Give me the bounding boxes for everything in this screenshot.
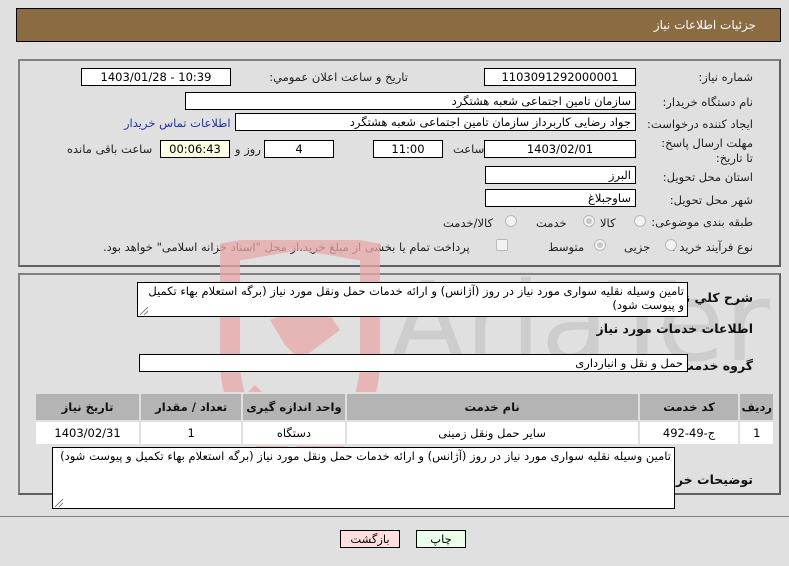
- col-header-service-code: کد خدمت: [637, 392, 741, 422]
- purchase-medium-label: متوسط: [548, 240, 585, 254]
- category-goods-service-radio[interactable]: [505, 215, 517, 227]
- buyer-contact-link[interactable]: اطلاعات تماس خریدار: [124, 116, 231, 130]
- cell-service-name: سایر حمل ونقل زمینی: [344, 420, 640, 446]
- cell-quantity: 1: [139, 420, 244, 446]
- purchase-type-label: نوع فرآیند خرید :: [671, 240, 753, 254]
- need-number-label: شماره نیاز:: [698, 70, 753, 84]
- page-title: جزئیات اطلاعات نیاز: [653, 18, 756, 32]
- buyer-org-field: سازمان تامین اجتماعی شعبه هشتگرد: [185, 92, 636, 110]
- province-label: استان محل تحویل:: [662, 170, 753, 184]
- requester-field: جواد رضایی کاربرداز سازمان تامین اجتماعی…: [235, 113, 636, 131]
- category-goods-radio[interactable]: [634, 215, 646, 227]
- deadline-time-label: ساعت: [453, 142, 485, 156]
- services-table: ردیف کد خدمت نام خدمت واحد اندازه گیری ت…: [33, 392, 775, 446]
- page-header: جزئیات اطلاعات نیاز: [16, 8, 781, 42]
- announce-datetime-field: 1403/01/28 - 10:39: [81, 68, 231, 86]
- table-header-row: ردیف کد خدمت نام خدمت واحد اندازه گیری ت…: [33, 392, 775, 422]
- print-button[interactable]: چاپ: [416, 530, 466, 548]
- col-header-unit: واحد اندازه گیری: [241, 392, 347, 422]
- cell-need-date: 1403/02/31: [33, 420, 142, 446]
- requester-label: ایجاد کننده درخواست:: [647, 117, 753, 131]
- need-number-field: 1103091292000001: [484, 68, 636, 86]
- resize-grip-icon[interactable]: [55, 499, 63, 507]
- purchase-minor-label: جزیی: [624, 240, 651, 254]
- purchase-medium-radio[interactable]: [594, 239, 606, 251]
- deadline-date-field: 1403/02/01: [484, 140, 636, 158]
- col-header-need-date: تاریخ نیاز: [33, 392, 142, 422]
- treasury-payment-label: پرداخت تمام یا بخشی از مبلغ خرید،از محل …: [103, 240, 470, 254]
- city-field: ساوجبلاغ: [485, 189, 636, 207]
- back-button[interactable]: بازگشت: [340, 530, 400, 548]
- resize-grip-icon[interactable]: [140, 307, 148, 315]
- buyer-org-label: نام دستگاه خریدار:: [662, 95, 753, 109]
- announce-datetime-label: تاریخ و ساعت اعلان عمومي:: [269, 70, 408, 84]
- days-remaining-field: 4: [264, 140, 334, 158]
- days-label: روز و: [235, 142, 261, 156]
- time-remaining-label: ساعت باقی مانده: [67, 142, 153, 156]
- deadline-time-field: 11:00: [373, 140, 443, 158]
- col-header-service-name: نام خدمت: [344, 392, 640, 422]
- buyer-notes-text: تامین وسیله نقلیه سواری مورد نیاز در روز…: [60, 449, 671, 463]
- service-group-field: حمل و نقل و انبارداری: [139, 354, 688, 372]
- category-goods-service-label: کالا/خدمت: [443, 216, 494, 230]
- cell-unit: دستگاه: [241, 420, 347, 446]
- col-header-quantity: تعداد / مقدار: [139, 392, 244, 422]
- category-service-radio[interactable]: [583, 215, 595, 227]
- province-field: البرز: [485, 166, 636, 184]
- city-label: شهر محل تحویل:: [669, 193, 753, 207]
- cell-service-code: ج-49-492: [637, 420, 741, 446]
- summary-text: تامین وسیله نقلیه سواری مورد نیاز در روز…: [148, 284, 684, 312]
- category-goods-label: کالا: [600, 216, 616, 230]
- category-label: طبقه بندی موضوعی:: [651, 215, 753, 229]
- table-row: 1 ج-49-492 سایر حمل ونقل زمینی دستگاه 1 …: [33, 420, 775, 446]
- footer-divider: [0, 516, 789, 517]
- buyer-notes-textarea[interactable]: تامین وسیله نقلیه سواری مورد نیاز در روز…: [52, 447, 675, 509]
- time-remaining-field: 00:06:43: [160, 140, 230, 158]
- category-service-label: خدمت: [536, 216, 567, 230]
- summary-textarea[interactable]: تامین وسیله نقلیه سواری مورد نیاز در روز…: [137, 282, 688, 317]
- deadline-label: مهلت ارسال پاسخ: تا تاریخ:: [661, 136, 753, 165]
- treasury-payment-checkbox[interactable]: [496, 239, 508, 251]
- services-section-title: اطلاعات خدمات مورد نیاز: [596, 321, 754, 336]
- purchase-minor-radio[interactable]: [665, 239, 677, 251]
- cell-row-no: 1: [738, 420, 775, 446]
- col-header-row-no: ردیف: [738, 392, 775, 422]
